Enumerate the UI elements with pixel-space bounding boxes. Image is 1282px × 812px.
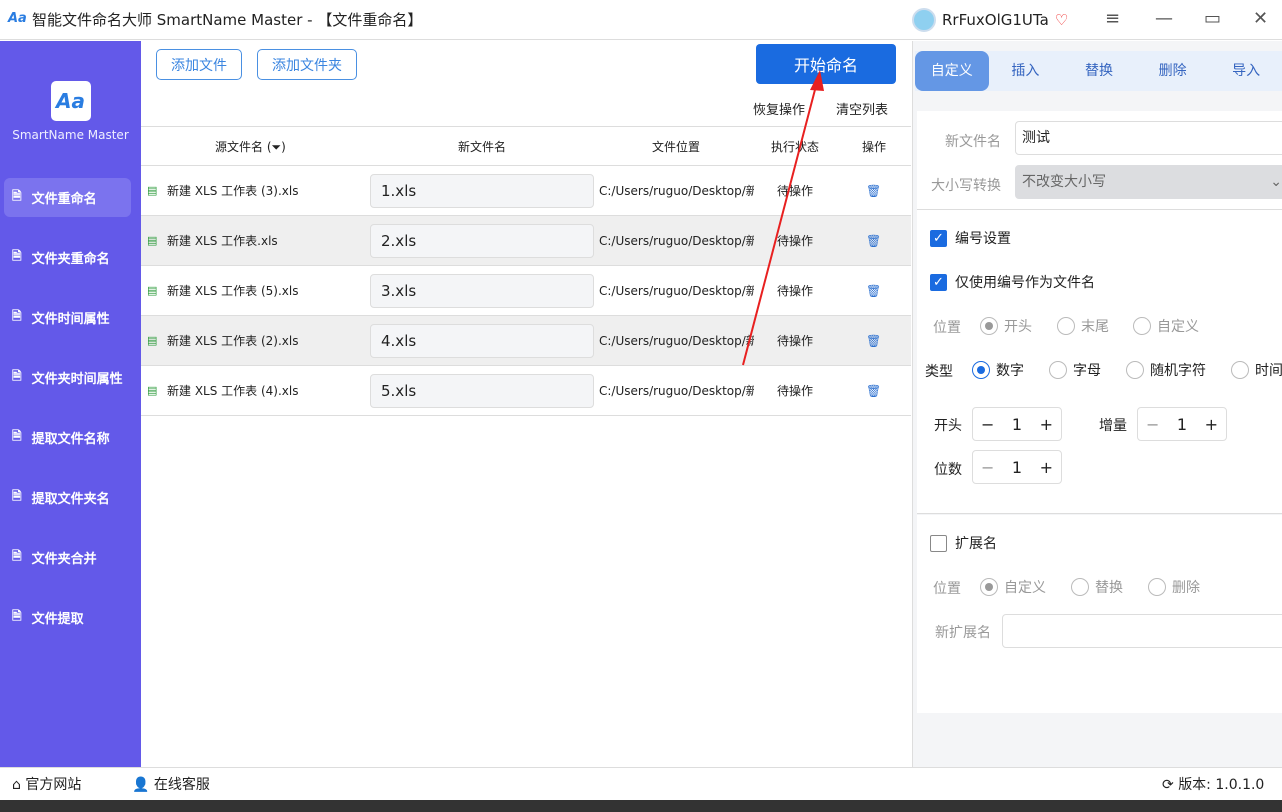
home-icon: ⌂: [12, 777, 21, 793]
radio-icon: [1049, 361, 1067, 379]
ext-delete-radio[interactable]: 删除: [1148, 577, 1200, 597]
numbering-checkbox[interactable]: ✓ 编号设置: [930, 228, 1011, 248]
website-link[interactable]: ⌂ 官方网站: [12, 774, 81, 794]
minus-icon[interactable]: −: [981, 458, 994, 477]
settings-panel: 自定义 插入 替换 删除 导入 新文件名 测试 大小写转换 不改变大小写 ⌄ ✓ 编…: [912, 41, 1282, 767]
divider: [917, 209, 1282, 210]
chevron-down-icon: ⌄: [1270, 174, 1282, 190]
digits-stepper[interactable]: −1 +: [972, 450, 1062, 484]
tab-import[interactable]: 导入: [1209, 51, 1282, 91]
tab-delete[interactable]: 删除: [1136, 51, 1210, 91]
increment-stepper[interactable]: −1 +: [1137, 407, 1227, 441]
checkbox-checked-icon: ✓: [930, 229, 947, 247]
version-info[interactable]: ⟳ 版本: 1.0.1.0: [1162, 774, 1264, 794]
position-custom-radio[interactable]: 自定义: [1133, 316, 1199, 336]
start-value: 1: [1011, 414, 1023, 434]
only-number-label: 仅使用编号作为文件名: [955, 275, 1095, 291]
minus-icon[interactable]: −: [1146, 415, 1159, 434]
radio-icon: [1133, 317, 1151, 335]
checkbox-icon: [930, 534, 947, 552]
case-select[interactable]: 不改变大小写 ⌄: [1015, 165, 1282, 199]
radio-label: 自定义: [1004, 580, 1046, 596]
new-ext-input[interactable]: [1002, 614, 1282, 648]
settings-tabs: 自定义 插入 替换 删除 导入: [915, 51, 1282, 91]
radio-label: 字母: [1073, 363, 1101, 379]
user-icon: 👤: [132, 777, 150, 793]
increment-value: 1: [1176, 414, 1188, 434]
extension-label: 扩展名: [955, 536, 997, 552]
new-ext-label: 新扩展名: [935, 625, 991, 641]
website-label: 官方网站: [25, 777, 82, 793]
new-name-input[interactable]: 测试: [1015, 121, 1282, 155]
digits-label: 位数: [934, 462, 962, 478]
extension-panel: 扩展名 位置 自定义 替换 删除 新扩展名: [917, 515, 1282, 713]
radio-label: 数字: [996, 363, 1024, 379]
extension-checkbox[interactable]: 扩展名: [930, 533, 997, 553]
checkbox-checked-icon: ✓: [930, 273, 947, 291]
radio-icon: [1148, 578, 1166, 596]
type-letter-radio[interactable]: 字母: [1049, 360, 1101, 380]
version-label: 版本: 1.0.1.0: [1178, 777, 1265, 793]
type-number-radio[interactable]: 数字: [972, 360, 1024, 380]
plus-icon[interactable]: +: [1040, 458, 1053, 477]
type-random-radio[interactable]: 随机字符: [1126, 360, 1206, 380]
case-value: 不改变大小写: [1022, 174, 1106, 190]
type-label: 类型: [925, 364, 953, 380]
position-start-radio[interactable]: 开头: [980, 316, 1032, 336]
increment-label: 增量: [1099, 418, 1127, 434]
radio-label: 随机字符: [1150, 363, 1206, 379]
numbering-label: 编号设置: [955, 231, 1011, 247]
position-end-radio[interactable]: 末尾: [1057, 316, 1109, 336]
radio-label: 开头: [1004, 319, 1032, 335]
case-label: 大小写转换: [931, 178, 1001, 194]
type-time-radio[interactable]: 时间: [1231, 360, 1282, 380]
refresh-icon: ⟳: [1162, 777, 1174, 793]
background-window-strip: [0, 800, 1282, 812]
tab-insert[interactable]: 插入: [989, 51, 1063, 91]
radio-icon: [1057, 317, 1075, 335]
new-name-label: 新文件名: [945, 134, 1001, 150]
divider: [917, 513, 1282, 514]
tab-custom[interactable]: 自定义: [915, 51, 989, 91]
support-label: 在线客服: [153, 777, 210, 793]
radio-label: 自定义: [1157, 319, 1199, 335]
plus-icon[interactable]: +: [1040, 415, 1053, 434]
minus-icon[interactable]: −: [981, 415, 994, 434]
ext-custom-radio[interactable]: 自定义: [980, 577, 1046, 597]
support-link[interactable]: 👤 在线客服: [132, 774, 210, 794]
radio-icon: [1126, 361, 1144, 379]
radio-label: 末尾: [1081, 319, 1109, 335]
radio-selected-icon: [980, 578, 998, 596]
tab-replace[interactable]: 替换: [1062, 51, 1136, 91]
ext-position-label: 位置: [933, 581, 961, 597]
radio-label: 时间: [1255, 363, 1282, 379]
radio-selected-icon: [980, 317, 998, 335]
digits-value: 1: [1011, 457, 1023, 477]
footer: ⌂ 官方网站 👤 在线客服 ⟳ 版本: 1.0.1.0: [0, 767, 1282, 800]
position-label: 位置: [933, 320, 961, 336]
only-number-checkbox[interactable]: ✓ 仅使用编号作为文件名: [930, 272, 1095, 292]
custom-panel: 新文件名 测试 大小写转换 不改变大小写 ⌄ ✓ 编号设置 ✓ 仅使用编号作为文件名 …: [917, 111, 1282, 514]
radio-label: 删除: [1172, 580, 1200, 596]
radio-label: 替换: [1095, 580, 1123, 596]
start-label: 开头: [934, 418, 962, 434]
ext-replace-radio[interactable]: 替换: [1071, 577, 1123, 597]
plus-icon[interactable]: +: [1205, 415, 1218, 434]
start-stepper[interactable]: −1 +: [972, 407, 1062, 441]
radio-icon: [1071, 578, 1089, 596]
radio-selected-icon: [972, 361, 990, 379]
radio-icon: [1231, 361, 1249, 379]
